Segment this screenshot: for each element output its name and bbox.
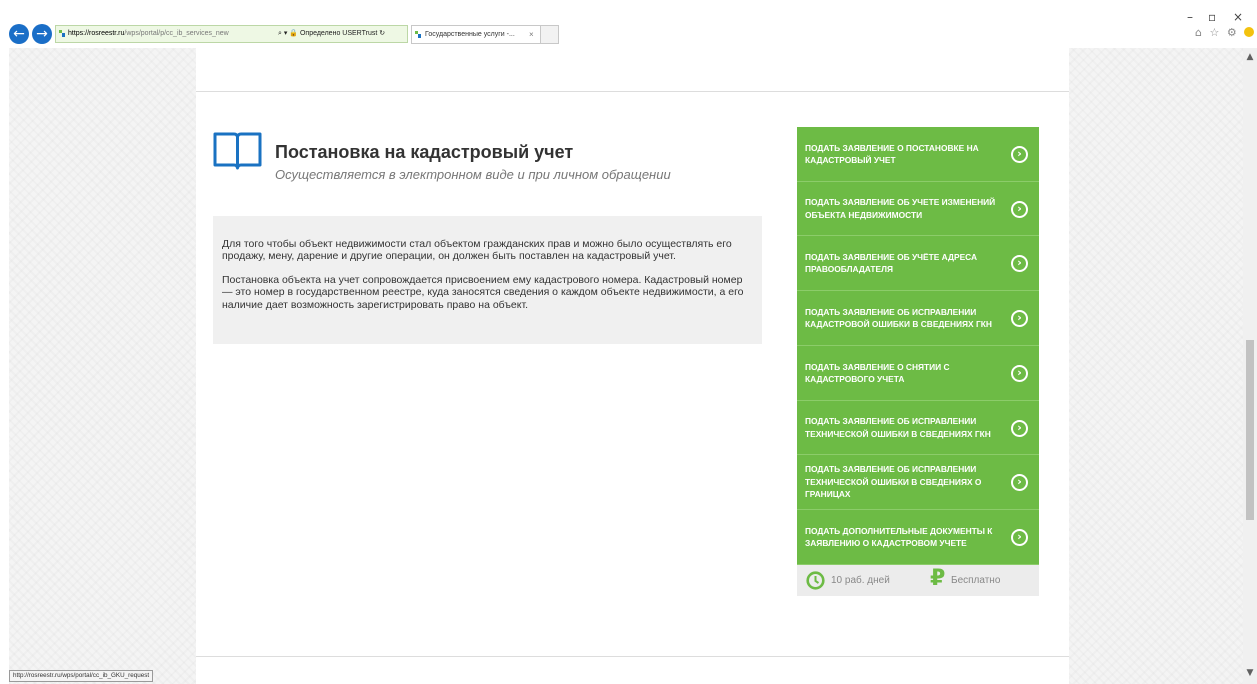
service-footer: 10 раб. дней ₽ Бесплатно	[797, 565, 1039, 596]
service-link-technical-error-borders[interactable]: Подать заявление об исправлении техничес…	[797, 455, 1039, 510]
chevron-right-icon: ›	[1011, 365, 1028, 382]
chevron-right-icon: ›	[1011, 474, 1028, 491]
favicon-icon	[59, 30, 65, 37]
service-label: Подать заявление об учете изменений объе…	[805, 197, 996, 220]
browser-chrome: ← → https://rosreestr.ru/wps/portal/p/cc…	[0, 0, 1257, 48]
tab-close-icon[interactable]: ×	[529, 26, 534, 43]
service-link-cadastral-error[interactable]: Подать заявление об исправлении кадастро…	[797, 291, 1039, 346]
divider-bottom	[196, 656, 1069, 657]
content-column: Постановка на кадастровый учет Осуществл…	[196, 48, 1069, 684]
chevron-right-icon: ›	[1011, 529, 1028, 546]
new-tab-button[interactable]	[541, 25, 559, 44]
page-title: Постановка на кадастровый учет	[275, 142, 574, 162]
service-label: Подать дополнительные документы к заявле…	[805, 525, 993, 549]
vertical-scrollbar[interactable]: ▲ ▼	[1243, 48, 1257, 684]
book-icon	[213, 132, 262, 170]
service-label: Подать заявление об исправлении техничес…	[805, 464, 982, 500]
tab-title: Государственные услуги -...	[425, 31, 515, 38]
chevron-right-icon: ›	[1011, 255, 1028, 272]
info-paragraph: Постановка объекта на учет сопровождаетс…	[222, 273, 744, 311]
service-link-owner-address[interactable]: Подать заявление об учёте адреса правооб…	[797, 236, 1039, 291]
tab-favicon-icon	[415, 31, 421, 38]
service-label: Подать заявление об исправлении техничес…	[805, 416, 991, 439]
info-box: Для того чтобы объект недвижимости стал …	[213, 216, 762, 344]
page-viewport: Постановка на кадастровый учет Осуществл…	[9, 48, 1243, 684]
browser-tab[interactable]: Государственные услуги -... ×	[411, 25, 541, 44]
chevron-right-icon: ›	[1011, 200, 1028, 218]
chevron-right-icon: ›	[1011, 146, 1028, 163]
chevron-right-icon: ›	[1011, 419, 1028, 437]
minimize-icon[interactable]: –	[1187, 10, 1193, 24]
back-icon[interactable]: ←	[9, 24, 29, 44]
service-label: Подать заявление об учёте адреса правооб…	[805, 251, 978, 275]
service-link-additional-documents[interactable]: Подать дополнительные документы к заявле…	[797, 510, 1039, 565]
service-link-changes[interactable]: Подать заявление об учете изменений объе…	[797, 182, 1039, 236]
duration-text: 10 раб. дней	[831, 575, 890, 586]
scroll-down-icon[interactable]: ▼	[1245, 668, 1255, 678]
price-text: Бесплатно	[951, 575, 1001, 586]
feedback-smiley-icon[interactable]	[1244, 27, 1255, 37]
address-url: https://rosreestr.ru/wps/portal/p/cc_ib_…	[68, 30, 229, 37]
window-close-icon[interactable]: ×	[1233, 10, 1243, 24]
status-bar-url: http://rosreestr.ru/wps/portal/cc_ib_GKU…	[9, 670, 154, 682]
ruble-icon: ₽	[930, 566, 946, 591]
scroll-up-icon[interactable]: ▲	[1245, 52, 1255, 62]
service-link-technical-error-gkn[interactable]: Подать заявление об исправлении техничес…	[797, 401, 1039, 455]
home-star-gear-icons: ⌂ ☆ ⚙	[1195, 26, 1239, 39]
service-label: Подать заявление о снятии с кадастрового…	[805, 361, 950, 385]
service-link-deregistration[interactable]: Подать заявление о снятии с кадастрового…	[797, 346, 1039, 401]
toolbar-icons[interactable]: ⌂ ☆ ⚙	[1195, 26, 1255, 39]
service-label: Подать заявление о постановке на кадастр…	[805, 142, 979, 166]
services-panel: Подать заявление о постановке на кадастр…	[797, 127, 1039, 596]
forward-icon[interactable]: →	[32, 24, 52, 44]
maximize-icon[interactable]: ▫	[1208, 10, 1216, 24]
scroll-thumb[interactable]	[1246, 340, 1254, 520]
chevron-right-icon: ›	[1011, 310, 1028, 327]
address-bar[interactable]: https://rosreestr.ru/wps/portal/p/cc_ib_…	[55, 25, 408, 43]
service-link-registration[interactable]: Подать заявление о постановке на кадастр…	[797, 127, 1039, 182]
address-tools[interactable]: ⌕ ▾ 🔒 Определено USERTrust ↻	[278, 26, 385, 42]
clock-icon	[806, 571, 825, 590]
divider-top	[196, 91, 1069, 92]
page-subtitle: Осуществляется в электронном виде и при …	[275, 167, 671, 182]
service-label: Подать заявление об исправлении кадастро…	[805, 306, 992, 330]
info-paragraph: Для того чтобы объект недвижимости стал …	[222, 238, 732, 263]
